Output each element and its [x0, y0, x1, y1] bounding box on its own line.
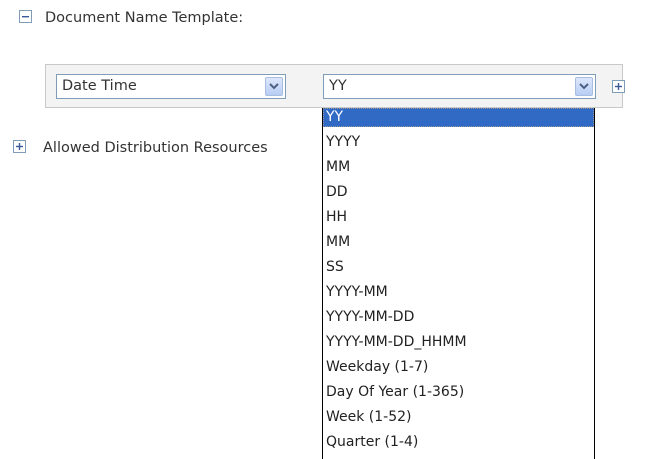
dropdown-option[interactable]: Weekday (1-7)	[323, 358, 594, 377]
dropdown-option[interactable]: YYYY-MM-DD_HHMM	[323, 333, 594, 352]
dropdown-option[interactable]: Day Of Year (1-365)	[323, 383, 594, 402]
dropdown-option[interactable]: Quarter (1-4)	[323, 433, 594, 452]
chevron-down-icon[interactable]	[265, 77, 283, 96]
dropdown-option[interactable]: MM	[323, 158, 594, 177]
dropdown-option[interactable]: YYYY-MM-DD	[323, 308, 594, 327]
dropdown-option[interactable]: DD	[323, 183, 594, 202]
template-type-select[interactable]: Date Time	[56, 74, 286, 99]
section-title-allowed-distribution-resources: Allowed Distribution Resources	[43, 140, 268, 156]
chevron-down-icon[interactable]	[575, 77, 593, 96]
date-format-dropdown-list[interactable]: YY YYYY MM DD HH MM SS YYYY-MM YYYY-MM-D…	[322, 108, 595, 459]
dropdown-option[interactable]: SS	[323, 258, 594, 277]
add-template-part-plus-icon[interactable]	[612, 80, 625, 93]
section-title-document-name-template: Document Name Template:	[45, 10, 244, 26]
date-format-value: YY	[329, 78, 347, 94]
template-row-panel: Date Time YY	[45, 64, 625, 108]
collapse-minus-icon[interactable]	[19, 10, 32, 23]
dropdown-option[interactable]: YYYY	[323, 133, 594, 152]
date-format-select[interactable]: YY	[323, 74, 596, 99]
dropdown-option[interactable]: MM	[323, 233, 594, 252]
dropdown-option[interactable]: Week (1-52)	[323, 408, 594, 427]
template-type-value: Date Time	[62, 78, 137, 94]
dropdown-option[interactable]: YYYY-MM	[323, 283, 594, 302]
dropdown-option[interactable]: HH	[323, 208, 594, 227]
dropdown-option[interactable]: YY	[323, 108, 594, 127]
expand-plus-icon[interactable]	[13, 140, 26, 153]
